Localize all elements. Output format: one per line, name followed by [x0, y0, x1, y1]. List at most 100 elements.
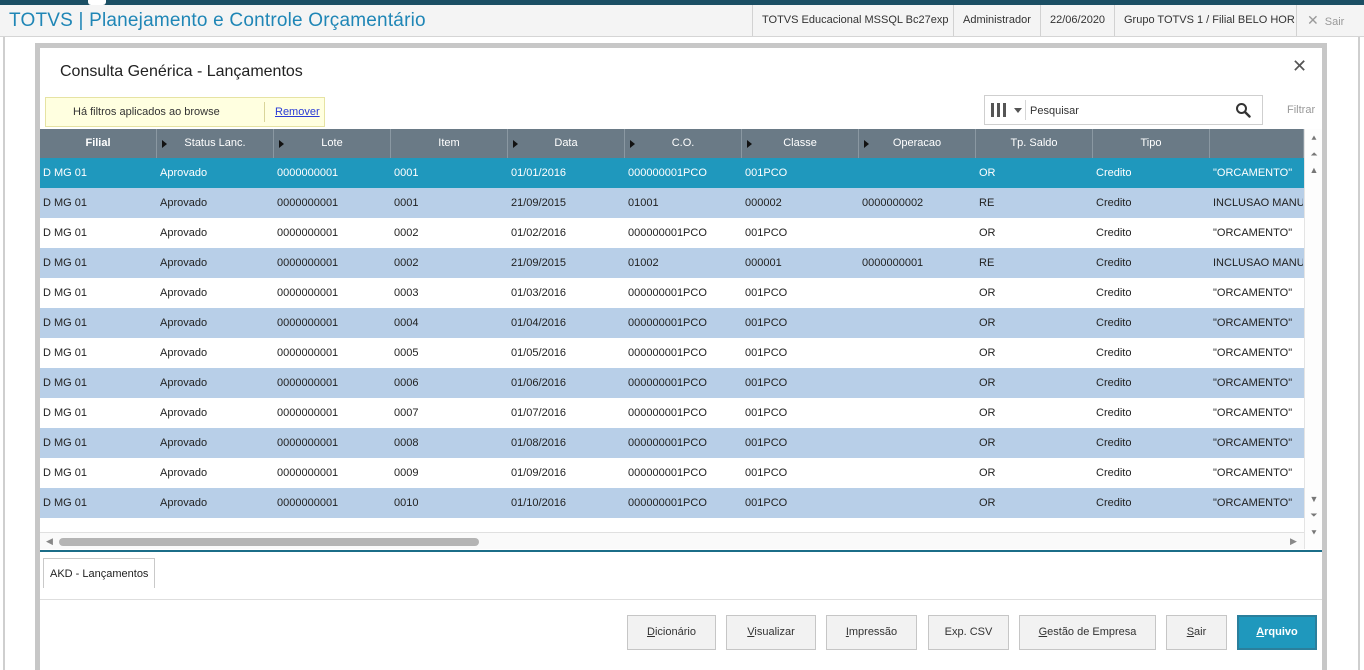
cell-item: 0002 [394, 227, 419, 239]
table-row[interactable]: D MG 01 Aprovado 0000000001 0009 01/09/2016 0… [40, 458, 1304, 488]
chevron-down-icon[interactable] [1014, 108, 1022, 113]
scroll-right-icon[interactable]: ▶ [1290, 536, 1297, 547]
cell-lote: 0000000001 [277, 227, 339, 239]
column-header-filial[interactable]: Filial [40, 129, 157, 158]
scroll-thumb[interactable] [59, 538, 479, 546]
cell-co: 000000001PCO [628, 377, 707, 389]
column-header-tp-saldo[interactable]: Tp. Saldo [976, 129, 1093, 158]
cell-filial: D MG 01 [43, 197, 88, 209]
cell-co: 000000001PCO [628, 167, 707, 179]
table-row[interactable]: D MG 01 Aprovado 0000000001 0002 01/02/2016 0… [40, 218, 1304, 248]
table-row[interactable]: D MG 01 Aprovado 0000000001 0006 01/06/2016 0… [40, 368, 1304, 398]
cell-historico: "ORCAMENTO" [1213, 227, 1293, 239]
app-header: TOTVS | Planejamento e Controle Orçament… [0, 5, 1364, 37]
cell-co: 000000001PCO [628, 437, 707, 449]
cell-tipo: Credito [1096, 377, 1132, 389]
column-header-item[interactable]: Item [391, 129, 508, 158]
table-row[interactable]: D MG 01 Aprovado 0000000001 0004 01/04/2016 0… [40, 308, 1304, 338]
cell-status: Aprovado [160, 437, 208, 449]
cell-operacao [862, 458, 975, 488]
export-csv-button[interactable]: Exp. CSV [928, 615, 1009, 650]
cell-classe: 001PCO [745, 167, 788, 179]
column-header-historico[interactable] [1210, 129, 1304, 158]
app-title: TOTVS | Planejamento e Controle Orçament… [9, 10, 426, 31]
search-input[interactable] [1030, 101, 1230, 120]
sort-arrow-icon [630, 140, 635, 148]
sort-arrow-icon [279, 140, 284, 148]
table-row[interactable]: D MG 01 Aprovado 0000000001 0010 01/10/2016 0… [40, 488, 1304, 518]
scroll-top-icon[interactable]: ⯅ [1308, 132, 1320, 145]
table-row[interactable]: D MG 01 Aprovado 0000000001 0007 01/07/2016 0… [40, 398, 1304, 428]
cell-historico: "ORCAMENTO" [1213, 167, 1293, 179]
cell-operacao: 0000000001 [862, 257, 924, 269]
filter-button[interactable]: Filtrar [1287, 104, 1315, 116]
column-header-status[interactable]: Status Lanc. [157, 129, 274, 158]
exit-dialog-button[interactable]: Sair [1166, 615, 1227, 650]
date-label: 22/06/2020 [1040, 5, 1114, 36]
column-header-tipo[interactable]: Tipo [1093, 129, 1210, 158]
table-row[interactable]: D MG 01 Aprovado 0000000001 0003 01/03/2016 0… [40, 278, 1304, 308]
scroll-bottom-icon[interactable]: ⯆ [1308, 527, 1320, 540]
scroll-up-icon[interactable]: ▲ [1308, 164, 1320, 177]
cell-lote: 0000000001 [277, 317, 339, 329]
table-row[interactable]: D MG 01 Aprovado 0000000001 0005 01/05/2016 0… [40, 338, 1304, 368]
close-icon[interactable]: ✕ [1292, 56, 1307, 77]
column-header-label: Status Lanc. [184, 137, 246, 149]
column-header-operacao[interactable]: Operacao [859, 129, 976, 158]
cell-item: 0009 [394, 467, 419, 479]
cell-operacao: 0000000002 [862, 197, 924, 209]
column-header-label: Lote [321, 137, 343, 149]
column-header-co[interactable]: C.O. [625, 129, 742, 158]
tab-akd-lancamentos[interactable]: AKD - Lançamentos [43, 558, 156, 588]
cell-filial: D MG 01 [43, 497, 88, 509]
scroll-page-down-icon[interactable]: ⏷ [1308, 509, 1320, 522]
cell-classe: 001PCO [745, 407, 788, 419]
column-header-label: Operacao [892, 137, 942, 149]
cell-item: 0007 [394, 407, 419, 419]
cell-tipo: Credito [1096, 257, 1132, 269]
cell-tp-saldo: OR [979, 497, 996, 509]
table-row[interactable]: D MG 01 Aprovado 0000000001 0008 01/08/2016 0… [40, 428, 1304, 458]
cell-status: Aprovado [160, 377, 208, 389]
column-header-label: C.O. [671, 137, 695, 149]
print-button[interactable]: Impressão [826, 615, 917, 650]
scroll-left-icon[interactable]: ◀ [46, 536, 53, 547]
cell-lote: 0000000001 [277, 437, 339, 449]
dictionary-button[interactable]: Dicionário [627, 615, 716, 650]
search-box [984, 95, 1263, 125]
company-management-button[interactable]: Gestão de Empresa [1019, 615, 1156, 650]
environment-label: TOTVS Educacional MSSQL Bc27exp [752, 5, 957, 36]
backdrop-left-border [3, 37, 5, 670]
scroll-page-up-icon[interactable]: ⏶ [1308, 148, 1320, 161]
cell-tipo: Credito [1096, 287, 1132, 299]
column-header-lote[interactable]: Lote [274, 129, 391, 158]
remove-filter-link[interactable]: Remover [275, 106, 320, 118]
cell-data: 21/09/2015 [511, 197, 567, 209]
horizontal-scrollbar[interactable]: ◀ ▶ [40, 532, 1304, 549]
scroll-down-icon[interactable]: ▼ [1308, 493, 1320, 506]
cell-status: Aprovado [160, 227, 208, 239]
button-bar: Dicionário Visualizar Impressão Exp. CSV… [40, 601, 1322, 670]
sort-arrow-icon [747, 140, 752, 148]
exit-button[interactable]: ✕ Sair [1296, 5, 1364, 36]
column-header-label: Data [554, 137, 578, 149]
table-row[interactable]: D MG 01 Aprovado 0000000001 0001 01/01/2016 0… [40, 158, 1304, 188]
cell-filial: D MG 01 [43, 467, 88, 479]
search-icon[interactable] [1235, 102, 1251, 118]
cell-data: 21/09/2015 [511, 257, 567, 269]
column-header-label: Tp. Saldo [1010, 137, 1058, 149]
cell-data: 01/04/2016 [511, 317, 567, 329]
cell-co: 000000001PCO [628, 347, 707, 359]
cell-historico: "ORCAMENTO" [1213, 377, 1293, 389]
file-button[interactable]: Arquivo [1237, 615, 1317, 650]
table-row[interactable]: D MG 01 Aprovado 0000000001 0002 21/09/2015 0… [40, 248, 1304, 278]
column-header-data[interactable]: Data [508, 129, 625, 158]
table-row[interactable]: D MG 01 Aprovado 0000000001 0001 21/09/2015 0… [40, 188, 1304, 218]
view-button[interactable]: Visualizar [726, 615, 816, 650]
columns-icon[interactable] [991, 103, 1007, 117]
column-header-classe[interactable]: Classe [742, 129, 859, 158]
cell-operacao [862, 158, 975, 188]
vertical-scrollbar[interactable]: ⯅ ⏶ ▲ ▼ ⏷ ⯆ [1304, 129, 1322, 549]
cell-operacao [862, 338, 975, 368]
cell-historico: "ORCAMENTO" [1213, 317, 1293, 329]
